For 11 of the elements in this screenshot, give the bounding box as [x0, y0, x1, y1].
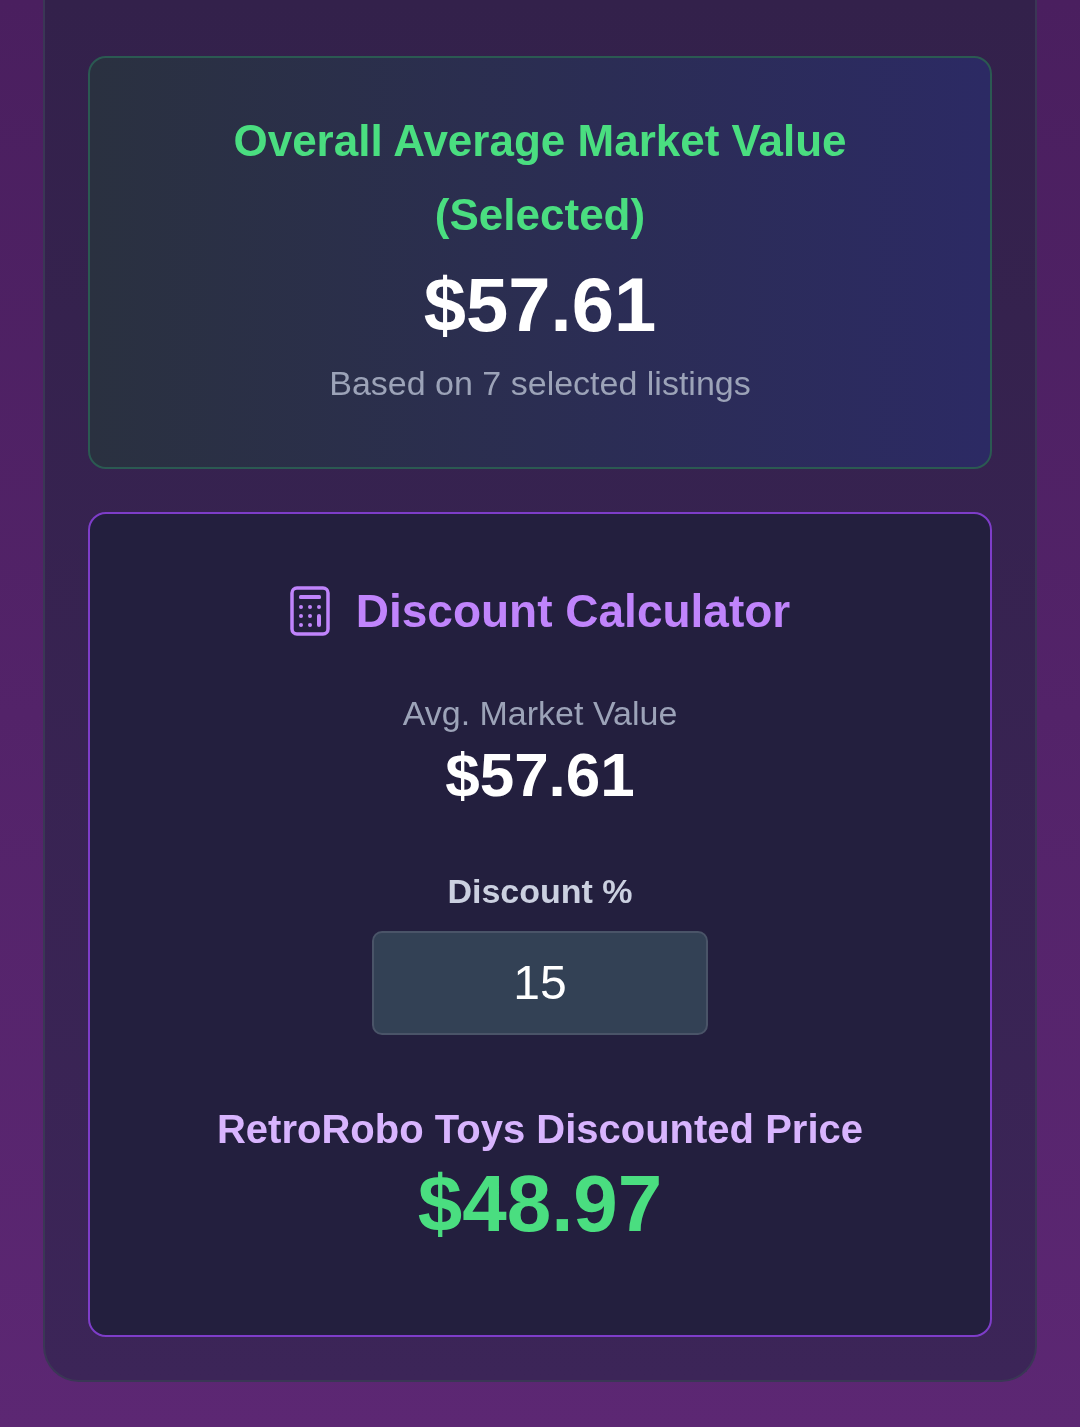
result-label: RetroRobo Toys Discounted Price [217, 1106, 863, 1152]
avg-value: $57.61 [445, 738, 635, 810]
avg-label: Avg. Market Value [402, 693, 678, 733]
summary-note: Based on 7 selected listings [328, 364, 752, 403]
summary-title: Overall Average Market Value (Selected) [232, 115, 848, 241]
calculator-icon [289, 585, 330, 636]
discount-label: Discount % [447, 871, 633, 911]
discount-input[interactable]: 15 [372, 930, 708, 1035]
calculator-title: Discount Calculator [355, 583, 791, 638]
summary-value: $57.61 [422, 261, 658, 349]
result-value: $48.97 [417, 1157, 663, 1250]
